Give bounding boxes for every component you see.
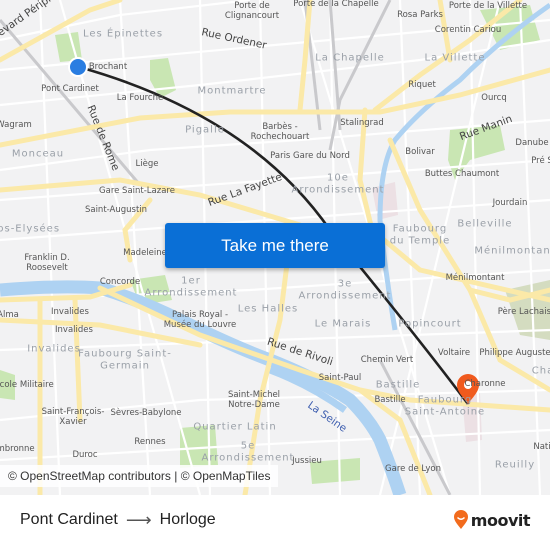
map-label-troisieme-arrondissement: 3e Arrondissement xyxy=(298,278,392,302)
map-label-concorde: Concorde xyxy=(99,277,141,288)
map-label-cinquieme-arrondissement: 5e Arrondissement xyxy=(201,440,295,464)
map[interactable]: Boulevard PériphériquePorte deClignancou… xyxy=(0,0,550,495)
map-label-rosa-parks: Rosa Parks xyxy=(397,10,443,21)
map-label-bastille-area: Bastille xyxy=(375,379,421,391)
map-label-invalides-area: Invalides xyxy=(27,343,81,355)
map-label-quartier-latin: Quartier Latin xyxy=(193,421,277,433)
map-label-voltaire: Voltaire xyxy=(437,348,471,359)
map-label-porte-de-clignancourt: Porte de Clignancourt xyxy=(224,1,280,21)
map-label-porte-de-la-chapelle: Porte de la Chapelle xyxy=(293,0,379,10)
map-label-invalides-1: Invalides xyxy=(51,307,89,318)
map-label-charonne: Charonne xyxy=(464,379,506,390)
map-label-bastille: Bastille xyxy=(374,395,406,406)
map-label-ecole-militaire: École Militaire xyxy=(0,380,54,391)
map-label-chemin-vert: Chemin Vert xyxy=(360,355,414,366)
map-label-franklin-roosevelt: Franklin D. Roosevelt xyxy=(24,253,70,273)
map-label-pere-lachaise: Père Lachaise xyxy=(497,307,550,318)
map-label-gare-de-lyon: Gare de Lyon xyxy=(385,464,441,475)
map-label-rennes: Rennes xyxy=(134,437,166,448)
map-label-danube: Danube xyxy=(515,138,549,149)
map-label-palais-royal: Palais Royal - Musée du Louvre xyxy=(163,310,237,330)
map-label-champs-elysees: Champs-Elysées xyxy=(0,223,61,235)
map-label-invalides-2: Invalides xyxy=(55,325,93,336)
arrow-right-icon: ⟶ xyxy=(125,509,152,530)
map-label-riquet: Riquet xyxy=(408,80,436,91)
map-label-belleville: Belleville xyxy=(457,218,513,230)
moovit-pin-icon xyxy=(453,510,468,529)
map-label-pre-saint-gervais: Pré S xyxy=(531,156,550,167)
map-label-la-fourche: La Fourche xyxy=(116,93,164,104)
map-label-philippe-auguste: Philippe Auguste xyxy=(479,348,550,359)
map-label-wagram: Wagram xyxy=(0,120,32,131)
map-label-faubourg-saint-germain: Faubourg Saint- Germain xyxy=(78,348,172,372)
map-label-saint-francois-xavier: Saint-François- Xavier xyxy=(41,407,105,427)
footer: Pont Cardinet ⟶ Horloge moovit xyxy=(0,495,550,550)
map-label-jussieu: Jussieu xyxy=(292,456,322,467)
origin-name: Pont Cardinet xyxy=(20,511,118,528)
map-label-la-chapelle: La Chapelle xyxy=(315,52,385,64)
map-label-la-villette: La Villette xyxy=(424,52,486,64)
map-label-charonne-area: Cha xyxy=(531,365,550,377)
map-label-les-epinettes: Les Épinettes xyxy=(82,28,164,40)
map-label-montmartre: Montmartre xyxy=(197,85,267,97)
map-attribution[interactable]: © OpenStreetMap contributors | © OpenMap… xyxy=(0,465,279,487)
map-label-dixieme-arrondissement: 10e Arrondissement xyxy=(291,172,385,196)
map-label-nation: Nati xyxy=(533,442,550,453)
map-label-les-halles: Les Halles xyxy=(237,303,299,315)
map-label-barbes-rochechouart: Barbès - Rochechouart xyxy=(250,122,310,142)
map-label-reuilly: Reuilly xyxy=(494,459,536,471)
map-label-brochant: Brochant xyxy=(88,62,128,73)
map-label-sevres-babylone: Sèvres-Babylone xyxy=(110,408,182,419)
map-label-saint-michel-notre-dame: Saint-Michel Notre-Dame xyxy=(227,390,281,410)
map-label-cambronne: Cambronne xyxy=(0,444,35,455)
map-label-popincourt: Popincourt xyxy=(398,318,462,330)
moovit-logo[interactable]: moovit xyxy=(453,507,531,533)
map-label-faubourg-du-temple: Faubourg du Temple xyxy=(389,223,451,247)
map-label-monceau: Monceau xyxy=(11,148,65,160)
map-label-saint-paul: Saint-Paul xyxy=(318,373,362,384)
origin-marker-icon[interactable] xyxy=(68,57,88,77)
map-label-madeleine: Madeleine xyxy=(123,248,167,259)
map-label-paris-gare-du-nord: Paris Gare du Nord xyxy=(270,151,350,162)
map-label-le-marais: Le Marais xyxy=(314,318,372,330)
map-label-alma: Alma xyxy=(0,310,19,321)
map-label-buttes-chaumont: Buttes Chaumont xyxy=(424,169,500,180)
map-label-faubourg-saint-antoine: Faubourg Saint-Antoine xyxy=(404,394,486,418)
destination-name: Horloge xyxy=(159,511,216,528)
map-label-saint-augustin: Saint-Augustin xyxy=(84,205,148,216)
route-summary: Pont Cardinet ⟶ Horloge xyxy=(20,507,216,533)
map-label-bolivar: Bolivar xyxy=(405,147,435,158)
moovit-wordmark: moovit xyxy=(470,510,531,530)
map-label-pont-cardinet: Pont Cardinet xyxy=(41,84,99,95)
map-label-pigalle: Pigalle xyxy=(185,124,225,136)
map-label-menilmontant-area: Ménilmontant xyxy=(474,245,550,257)
map-label-menilmontant: Ménilmontant xyxy=(445,273,505,284)
map-label-porte-de-la-villette: Porte de la Villette xyxy=(448,1,528,12)
map-label-premier-arrondissement: 1er Arrondissement xyxy=(144,275,238,299)
take-me-there-button[interactable]: Take me there xyxy=(165,223,385,268)
map-label-liege: Liège xyxy=(135,159,159,170)
map-label-corentin-cariou: Corentin Cariou xyxy=(434,25,502,36)
map-label-jourdain: Jourdain xyxy=(492,198,528,209)
map-label-duroc: Duroc xyxy=(72,450,98,461)
map-label-stalingrad: Stalingrad xyxy=(340,118,384,129)
map-label-ourcq: Ourcq xyxy=(481,93,507,104)
map-label-gare-saint-lazare: Gare Saint-Lazare xyxy=(99,186,175,197)
